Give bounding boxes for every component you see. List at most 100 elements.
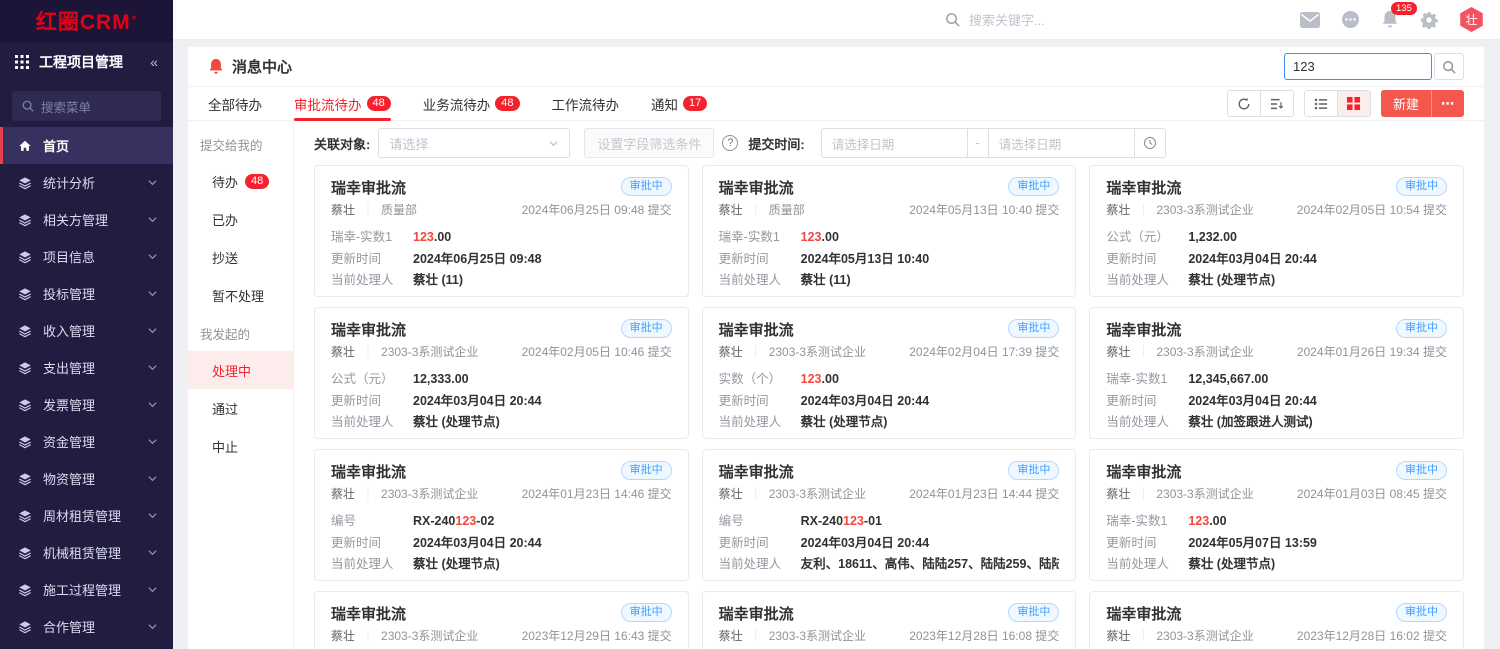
approval-card[interactable]: 瑞幸审批流 审批中 蔡壮 ｜ 质量部 2024年05月13日 10:40 提交 … — [702, 165, 1077, 297]
subnav-item-label: 已办 — [212, 210, 238, 229]
tab-label: 通知 — [651, 94, 678, 114]
layers-icon — [18, 546, 32, 560]
subnav-item[interactable]: 处理中 — [188, 351, 293, 389]
field-value: 1,232.00 — [1188, 227, 1447, 249]
card-submitted: 2023年12月28日 16:02 提交 — [1297, 627, 1447, 644]
new-button-label: 新建 — [1381, 94, 1431, 113]
sidebar-item-home[interactable]: 首页 — [0, 127, 173, 164]
approval-card[interactable]: 瑞幸审批流 审批中 蔡壮 ｜ 2303-3系测试企业 2024年02月05日 1… — [1089, 165, 1464, 297]
tab[interactable]: 通知 17 — [651, 87, 707, 120]
sidebar-menu-item[interactable]: 施工过程管理 — [0, 571, 173, 608]
tab[interactable]: 审批流待办 48 — [294, 87, 391, 120]
sidebar-menu-item[interactable]: 项目信息 — [0, 238, 173, 275]
card-dept: 2303-3系测试企业 — [1156, 485, 1253, 502]
approval-card[interactable]: 瑞幸审批流 审批中 蔡壮 ｜ 2303-3系测试企业 2024年01月23日 1… — [314, 449, 689, 581]
card-field: 当前处理人 蔡壮 (11) — [331, 270, 672, 292]
approval-card[interactable]: 瑞幸审批流 审批中 蔡壮 ｜ 质量部 2024年06月25日 09:48 提交 … — [314, 165, 689, 297]
mail-icon[interactable] — [1300, 12, 1320, 28]
sidebar-menu-item[interactable]: 周材租赁管理 — [0, 497, 173, 534]
more-icon[interactable]: ⋯ — [1432, 96, 1464, 112]
sidebar-item-label: 施工过程管理 — [43, 580, 121, 599]
card-field: 更新时间 2024年06月25日 09:48 — [331, 249, 672, 271]
sidebar-menu-item[interactable]: 合作管理 — [0, 608, 173, 645]
sidebar-menu-item[interactable]: 投标管理 — [0, 275, 173, 312]
refresh-button[interactable] — [1227, 90, 1261, 117]
field-post: .00 — [1209, 514, 1226, 528]
approval-card[interactable]: 瑞幸审批流 审批中 蔡壮 ｜ 2303-3系测试企业 2023年12月28日 1… — [1089, 591, 1464, 649]
tab[interactable]: 业务流待办 48 — [423, 87, 520, 120]
card-fields: 瑞幸-实数1 123.00 更新时间 2024年05月07日 13:59 当前处… — [1106, 511, 1447, 576]
sidebar-menu-item[interactable]: 相关方管理 — [0, 201, 173, 238]
approval-card[interactable]: 瑞幸审批流 审批中 蔡壮 ｜ 2303-3系测试企业 2024年02月05日 1… — [314, 307, 689, 439]
card-field: 编号 RX-240123-02 — [331, 511, 672, 533]
subnav-item[interactable]: 中止 — [188, 427, 293, 465]
help-icon[interactable]: ? — [722, 135, 738, 151]
subnav-item[interactable]: 待办 48 — [188, 162, 293, 200]
sidebar-menu-item[interactable]: 统计分析 — [0, 164, 173, 201]
chevron-down-icon — [147, 288, 158, 299]
card-status-badge: 审批中 — [621, 319, 672, 338]
sidebar-menu-item[interactable]: 物资管理 — [0, 460, 173, 497]
field-value: 12,333.00 — [413, 369, 672, 391]
refresh-sort-group — [1227, 90, 1294, 117]
sidebar-menu-item[interactable]: 收入管理 — [0, 312, 173, 349]
sidebar-menu-item[interactable]: 资金管理 — [0, 423, 173, 460]
field-pre: 蔡壮 (处理节点) — [413, 557, 500, 571]
card-submitted: 2024年01月26日 19:34 提交 — [1297, 343, 1447, 360]
chevron-down-icon — [147, 436, 158, 447]
card-field: 当前处理人 蔡壮 (11) — [719, 270, 1060, 292]
related-object-select[interactable]: 请选择 — [378, 128, 570, 158]
bell-icon[interactable]: 135 — [1381, 10, 1399, 29]
subnav-item[interactable]: 抄送 — [188, 238, 293, 276]
card-field: 瑞幸-实数1 123.00 — [1106, 511, 1447, 533]
panel-search-button[interactable] — [1434, 53, 1464, 80]
card-top: 瑞幸审批流 审批中 — [1106, 319, 1447, 340]
card-title: 瑞幸审批流 — [331, 177, 406, 198]
date-start-input[interactable]: 请选择日期 — [821, 128, 968, 158]
global-search-placeholder: 搜索关键字... — [969, 10, 1045, 29]
field-value: 友利、18611、高伟、陆陆257、陆陆259、陆陆258、群、蔡... — [801, 554, 1060, 576]
date-end-input[interactable]: 请选择日期 — [988, 128, 1135, 158]
field-pre: 蔡壮 (处理节点) — [1188, 273, 1275, 287]
card-field: 更新时间 2024年03月04日 20:44 — [719, 533, 1060, 555]
sidebar-item-label: 项目信息 — [43, 247, 95, 266]
approval-card[interactable]: 瑞幸审批流 审批中 蔡壮 ｜ 2303-3系测试企业 2024年01月23日 1… — [702, 449, 1077, 581]
card-field: 瑞幸-实数1 12,345,667.00 — [1106, 369, 1447, 391]
grid-view-button[interactable] — [1337, 90, 1371, 117]
subnav-item[interactable]: 通过 — [188, 389, 293, 427]
approval-card[interactable]: 瑞幸审批流 审批中 蔡壮 ｜ 2303-3系测试企业 2024年01月26日 1… — [1089, 307, 1464, 439]
card-top: 瑞幸审批流 审批中 — [719, 177, 1060, 198]
avatar[interactable]: 壮 — [1459, 7, 1484, 32]
card-fields: 编号 RX-240123-02 更新时间 2024年03月04日 20:44 当… — [331, 511, 672, 576]
subnav-item[interactable]: 暂不处理 — [188, 276, 293, 314]
tab[interactable]: 全部待办 — [208, 87, 262, 120]
list-view-button[interactable] — [1304, 90, 1338, 117]
logo-text: 红圈CRM — [36, 6, 131, 36]
app-switcher[interactable]: 工程项目管理 « — [0, 42, 173, 82]
card-submitter: 蔡壮 — [719, 343, 743, 360]
card-status-badge: 审批中 — [1396, 177, 1447, 196]
sidebar-menu-item[interactable]: 机械租赁管理 — [0, 534, 173, 571]
chat-icon[interactable] — [1341, 10, 1360, 29]
approval-card[interactable]: 瑞幸审批流 审批中 蔡壮 ｜ 2303-3系测试企业 2023年12月28日 1… — [702, 591, 1077, 649]
new-button[interactable]: 新建 ⋯ — [1381, 90, 1464, 117]
sidebar-menu-item[interactable]: 发票管理 — [0, 386, 173, 423]
field-filter-button[interactable]: 设置字段筛选条件 — [584, 128, 714, 158]
subnav-item[interactable]: 已办 — [188, 200, 293, 238]
approval-card[interactable]: 瑞幸审批流 审批中 蔡壮 ｜ 2303-3系测试企业 2024年02月04日 1… — [702, 307, 1077, 439]
sort-button[interactable] — [1260, 90, 1294, 117]
sidebar-menu-item[interactable]: 支出管理 — [0, 349, 173, 386]
card-status-badge: 审批中 — [621, 461, 672, 480]
panel-search-input[interactable] — [1284, 53, 1432, 80]
gear-icon[interactable] — [1420, 11, 1438, 29]
field-label: 当前处理人 — [1106, 554, 1188, 576]
approval-card[interactable]: 瑞幸审批流 审批中 蔡壮 ｜ 2303-3系测试企业 2024年01月03日 0… — [1089, 449, 1464, 581]
global-search[interactable]: 搜索关键字... — [945, 10, 1185, 29]
menu-search-input[interactable]: 搜索菜单 — [12, 91, 161, 121]
sidebar-collapse-icon[interactable]: « — [150, 54, 158, 70]
tab[interactable]: 工作流待办 — [552, 87, 620, 120]
card-field: 当前处理人 蔡壮 (处理节点) — [719, 412, 1060, 434]
approval-card[interactable]: 瑞幸审批流 审批中 蔡壮 ｜ 2303-3系测试企业 2023年12月29日 1… — [314, 591, 689, 649]
field-pre: 蔡壮 (加签跟进人测试) — [1188, 415, 1312, 429]
card-dept: 2303-3系测试企业 — [1156, 627, 1253, 644]
